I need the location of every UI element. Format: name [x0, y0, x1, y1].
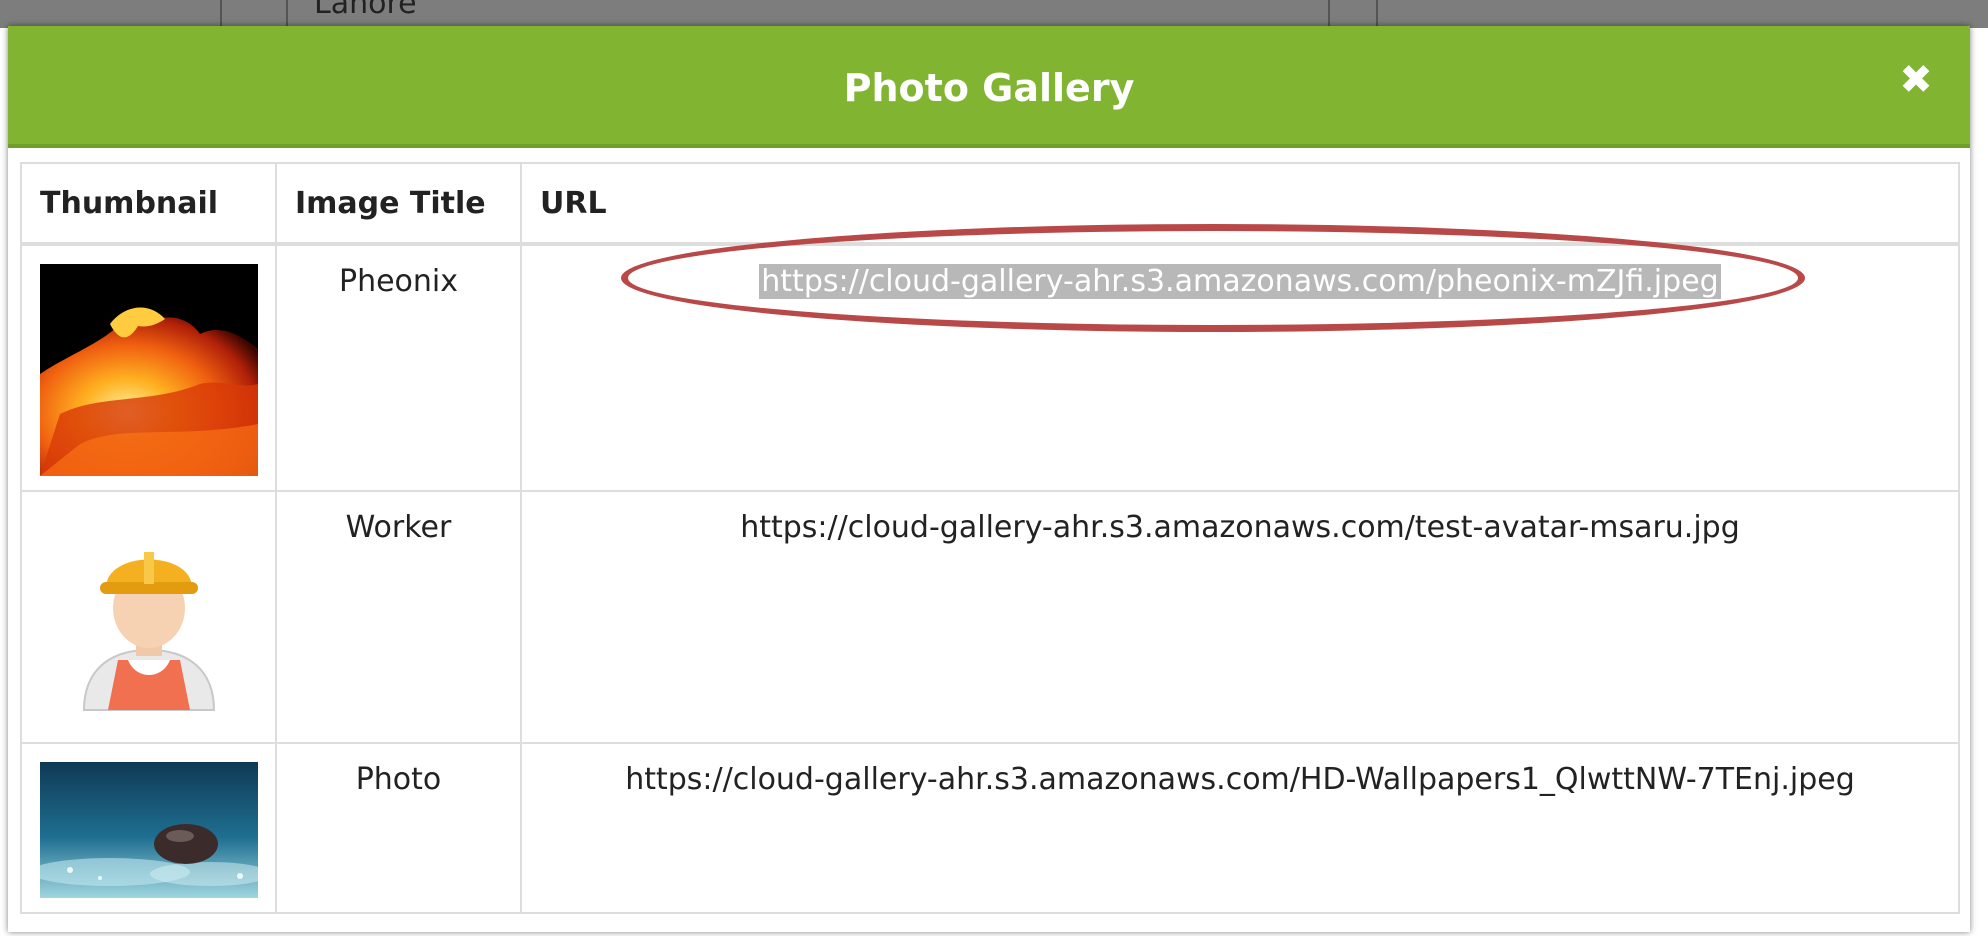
- url-link[interactable]: https://cloud-gallery-ahr.s3.amazonaws.c…: [738, 510, 1742, 545]
- image-title-cell: Worker: [275, 490, 522, 744]
- background-right-edge: [1972, 28, 1988, 936]
- url-cell: https://cloud-gallery-ahr.s3.amazonaws.c…: [520, 224, 1960, 492]
- image-title-cell: Photo: [275, 742, 522, 914]
- background-page-strip: [0, 0, 1988, 28]
- phoenix-fire-image[interactable]: [40, 264, 258, 476]
- table-row: Photo https://cloud-gallery-ahr.s3.amazo…: [20, 742, 1960, 914]
- url-link-selected[interactable]: https://cloud-gallery-ahr.s3.amazonaws.c…: [759, 264, 1721, 299]
- column-header-image-title[interactable]: Image Title: [275, 162, 522, 246]
- photo-gallery-modal: Photo Gallery ✖ Thumbnail Image Title UR…: [8, 26, 1970, 932]
- thumbnail-cell: [20, 243, 277, 492]
- image-title-cell: Pheonix: [275, 243, 522, 492]
- background-cell: [0, 0, 222, 28]
- gallery-table: Thumbnail Image Title URL Pheonix https:…: [20, 162, 1960, 914]
- table-row: Pheonix https://cloud-gallery-ahr.s3.ama…: [20, 224, 1960, 492]
- close-icon[interactable]: ✖: [1896, 60, 1936, 100]
- water-drop-wallpaper-image[interactable]: [40, 762, 258, 898]
- background-cell: [288, 0, 1330, 28]
- table-header-row: Thumbnail Image Title URL: [20, 162, 1960, 246]
- modal-header: Photo Gallery ✖: [8, 26, 1970, 148]
- url-cell: https://cloud-gallery-ahr.s3.amazonaws.c…: [520, 490, 1960, 744]
- column-header-url[interactable]: URL: [520, 162, 1960, 246]
- background-cell: [222, 0, 288, 28]
- url-link[interactable]: https://cloud-gallery-ahr.s3.amazonaws.c…: [623, 762, 1857, 797]
- background-partial-text: Lahore: [314, 0, 417, 21]
- worker-avatar-image[interactable]: [40, 510, 258, 722]
- url-cell: https://cloud-gallery-ahr.s3.amazonaws.c…: [520, 742, 1960, 914]
- background-cell: [1330, 0, 1378, 28]
- modal-title: Photo Gallery: [843, 66, 1135, 110]
- thumbnail-cell: [20, 742, 277, 914]
- annotated-url-wrap: https://cloud-gallery-ahr.s3.amazonaws.c…: [621, 224, 1806, 332]
- column-header-thumbnail[interactable]: Thumbnail: [20, 162, 277, 246]
- table-row: Worker https://cloud-gallery-ahr.s3.amaz…: [20, 490, 1960, 744]
- thumbnail-cell: [20, 490, 277, 744]
